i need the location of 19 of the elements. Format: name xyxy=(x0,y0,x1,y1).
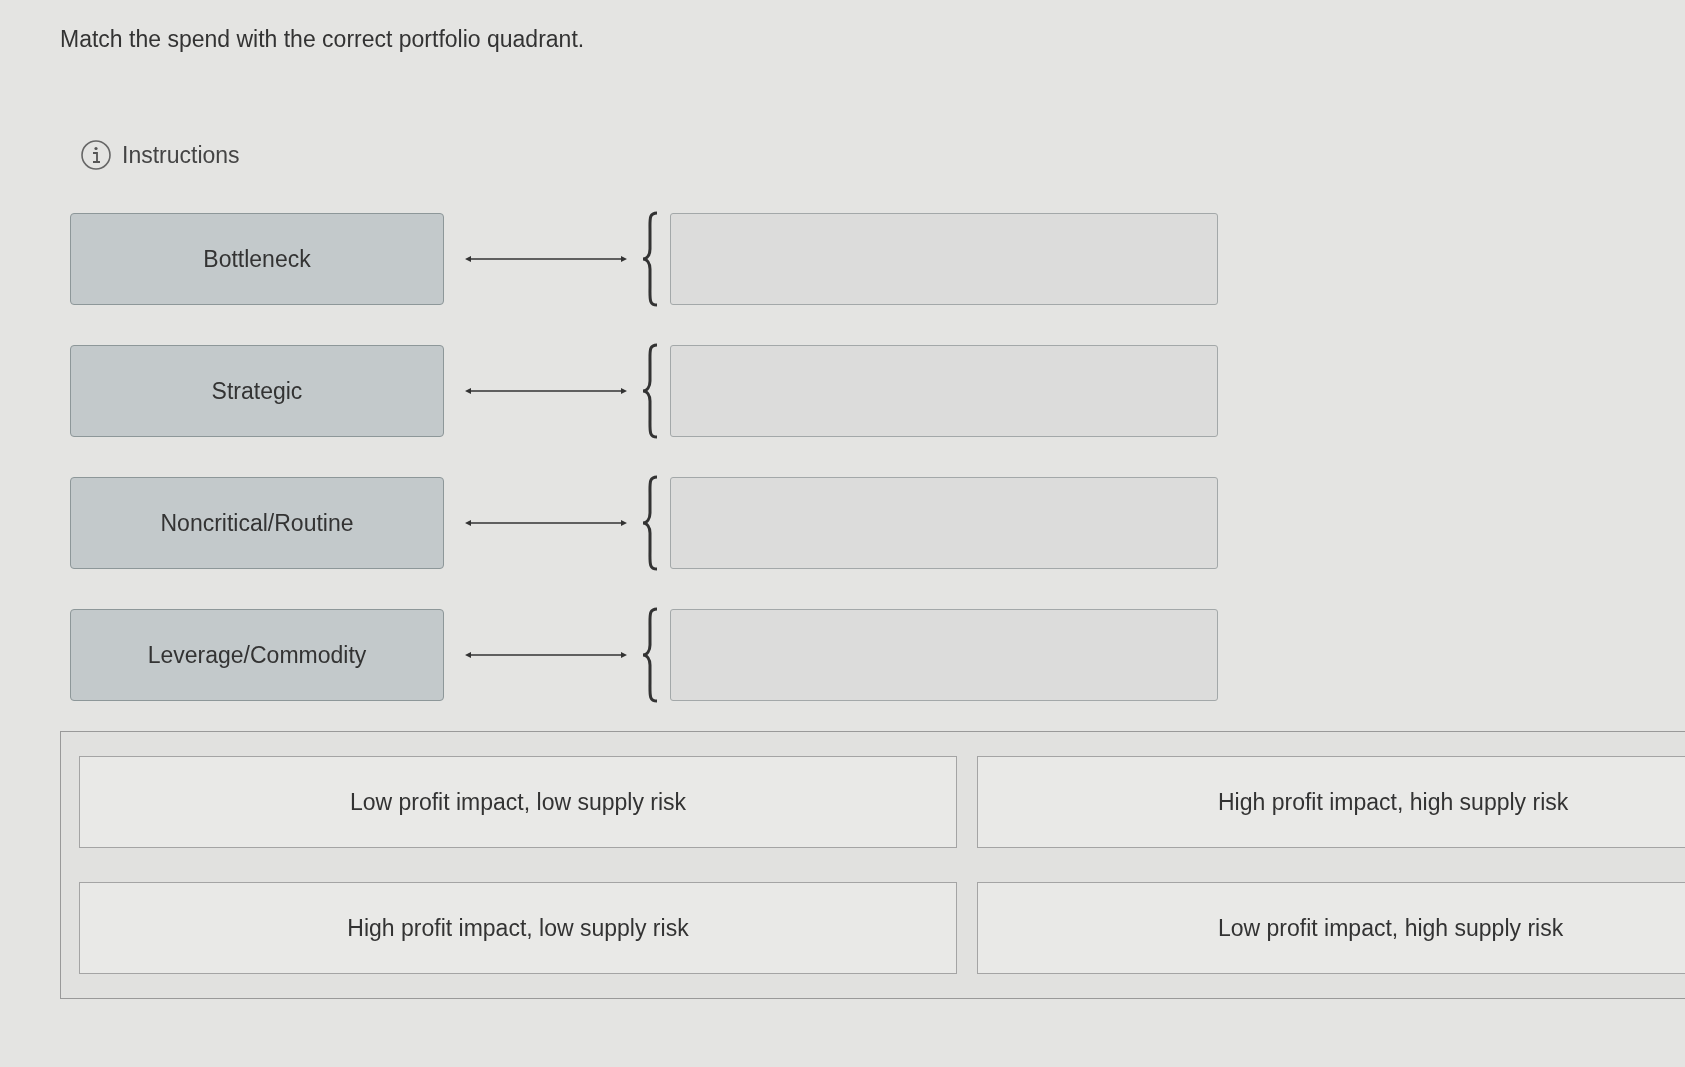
answer-card[interactable]: Low profit impact, low supply risk xyxy=(79,756,957,848)
answer-card[interactable]: Low profit impact, high supply risk xyxy=(977,882,1685,974)
answer-card[interactable]: High profit impact, high supply risk xyxy=(977,756,1685,848)
category-label: Noncritical/Routine xyxy=(70,477,444,569)
brace-icon xyxy=(640,211,660,307)
drop-zone[interactable] xyxy=(670,477,1218,569)
brace-icon xyxy=(640,475,660,571)
brace-icon xyxy=(640,607,660,703)
category-label: Bottleneck xyxy=(70,213,444,305)
drop-zone[interactable] xyxy=(670,609,1218,701)
question-prompt: Match the spend with the correct portfolio quadrant. xyxy=(60,26,586,53)
info-icon[interactable] xyxy=(80,139,112,171)
instructions-link[interactable]: Instructions xyxy=(122,141,240,169)
category-label: Strategic xyxy=(70,345,444,437)
brace-icon xyxy=(640,343,660,439)
category-label: Leverage/Commodity xyxy=(70,609,444,701)
drop-zone[interactable] xyxy=(670,345,1218,437)
answer-card[interactable]: High profit impact, low supply risk xyxy=(79,882,957,974)
drop-zone[interactable] xyxy=(670,213,1218,305)
